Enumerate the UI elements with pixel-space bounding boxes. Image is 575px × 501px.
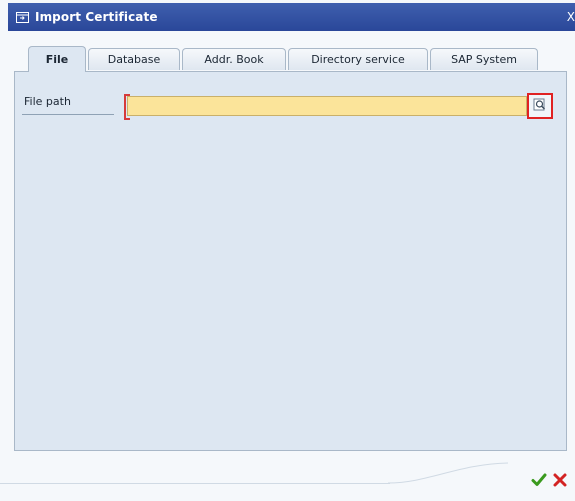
footer-curve xyxy=(388,462,508,484)
value-help-button[interactable] xyxy=(527,93,553,119)
cancel-button[interactable] xyxy=(551,473,569,491)
footer-divider xyxy=(0,483,390,484)
checkmark-icon xyxy=(531,472,547,492)
dialog-footer xyxy=(0,452,575,501)
search-icon xyxy=(533,97,547,116)
file-path-input[interactable] xyxy=(127,96,527,116)
label-underline xyxy=(22,114,114,115)
import-certificate-dialog: Import Certificate X File Database Addr.… xyxy=(0,0,575,501)
tab-file[interactable]: File xyxy=(28,46,86,72)
cancel-icon xyxy=(552,472,568,492)
close-icon[interactable]: X xyxy=(563,3,575,31)
window-title: Import Certificate xyxy=(35,10,158,24)
tab-directory-service[interactable]: Directory service xyxy=(288,48,428,70)
dialog-icon xyxy=(16,11,29,23)
title-bar: Import Certificate X xyxy=(8,3,575,31)
ok-button[interactable] xyxy=(530,473,548,491)
tab-addr-book[interactable]: Addr. Book xyxy=(182,48,286,70)
tab-database[interactable]: Database xyxy=(88,48,180,70)
tab-sap-system[interactable]: SAP System xyxy=(430,48,538,70)
tab-panel xyxy=(14,71,567,451)
file-path-label: File path xyxy=(24,95,71,108)
tab-strip: File Database Addr. Book Directory servi… xyxy=(14,44,570,72)
